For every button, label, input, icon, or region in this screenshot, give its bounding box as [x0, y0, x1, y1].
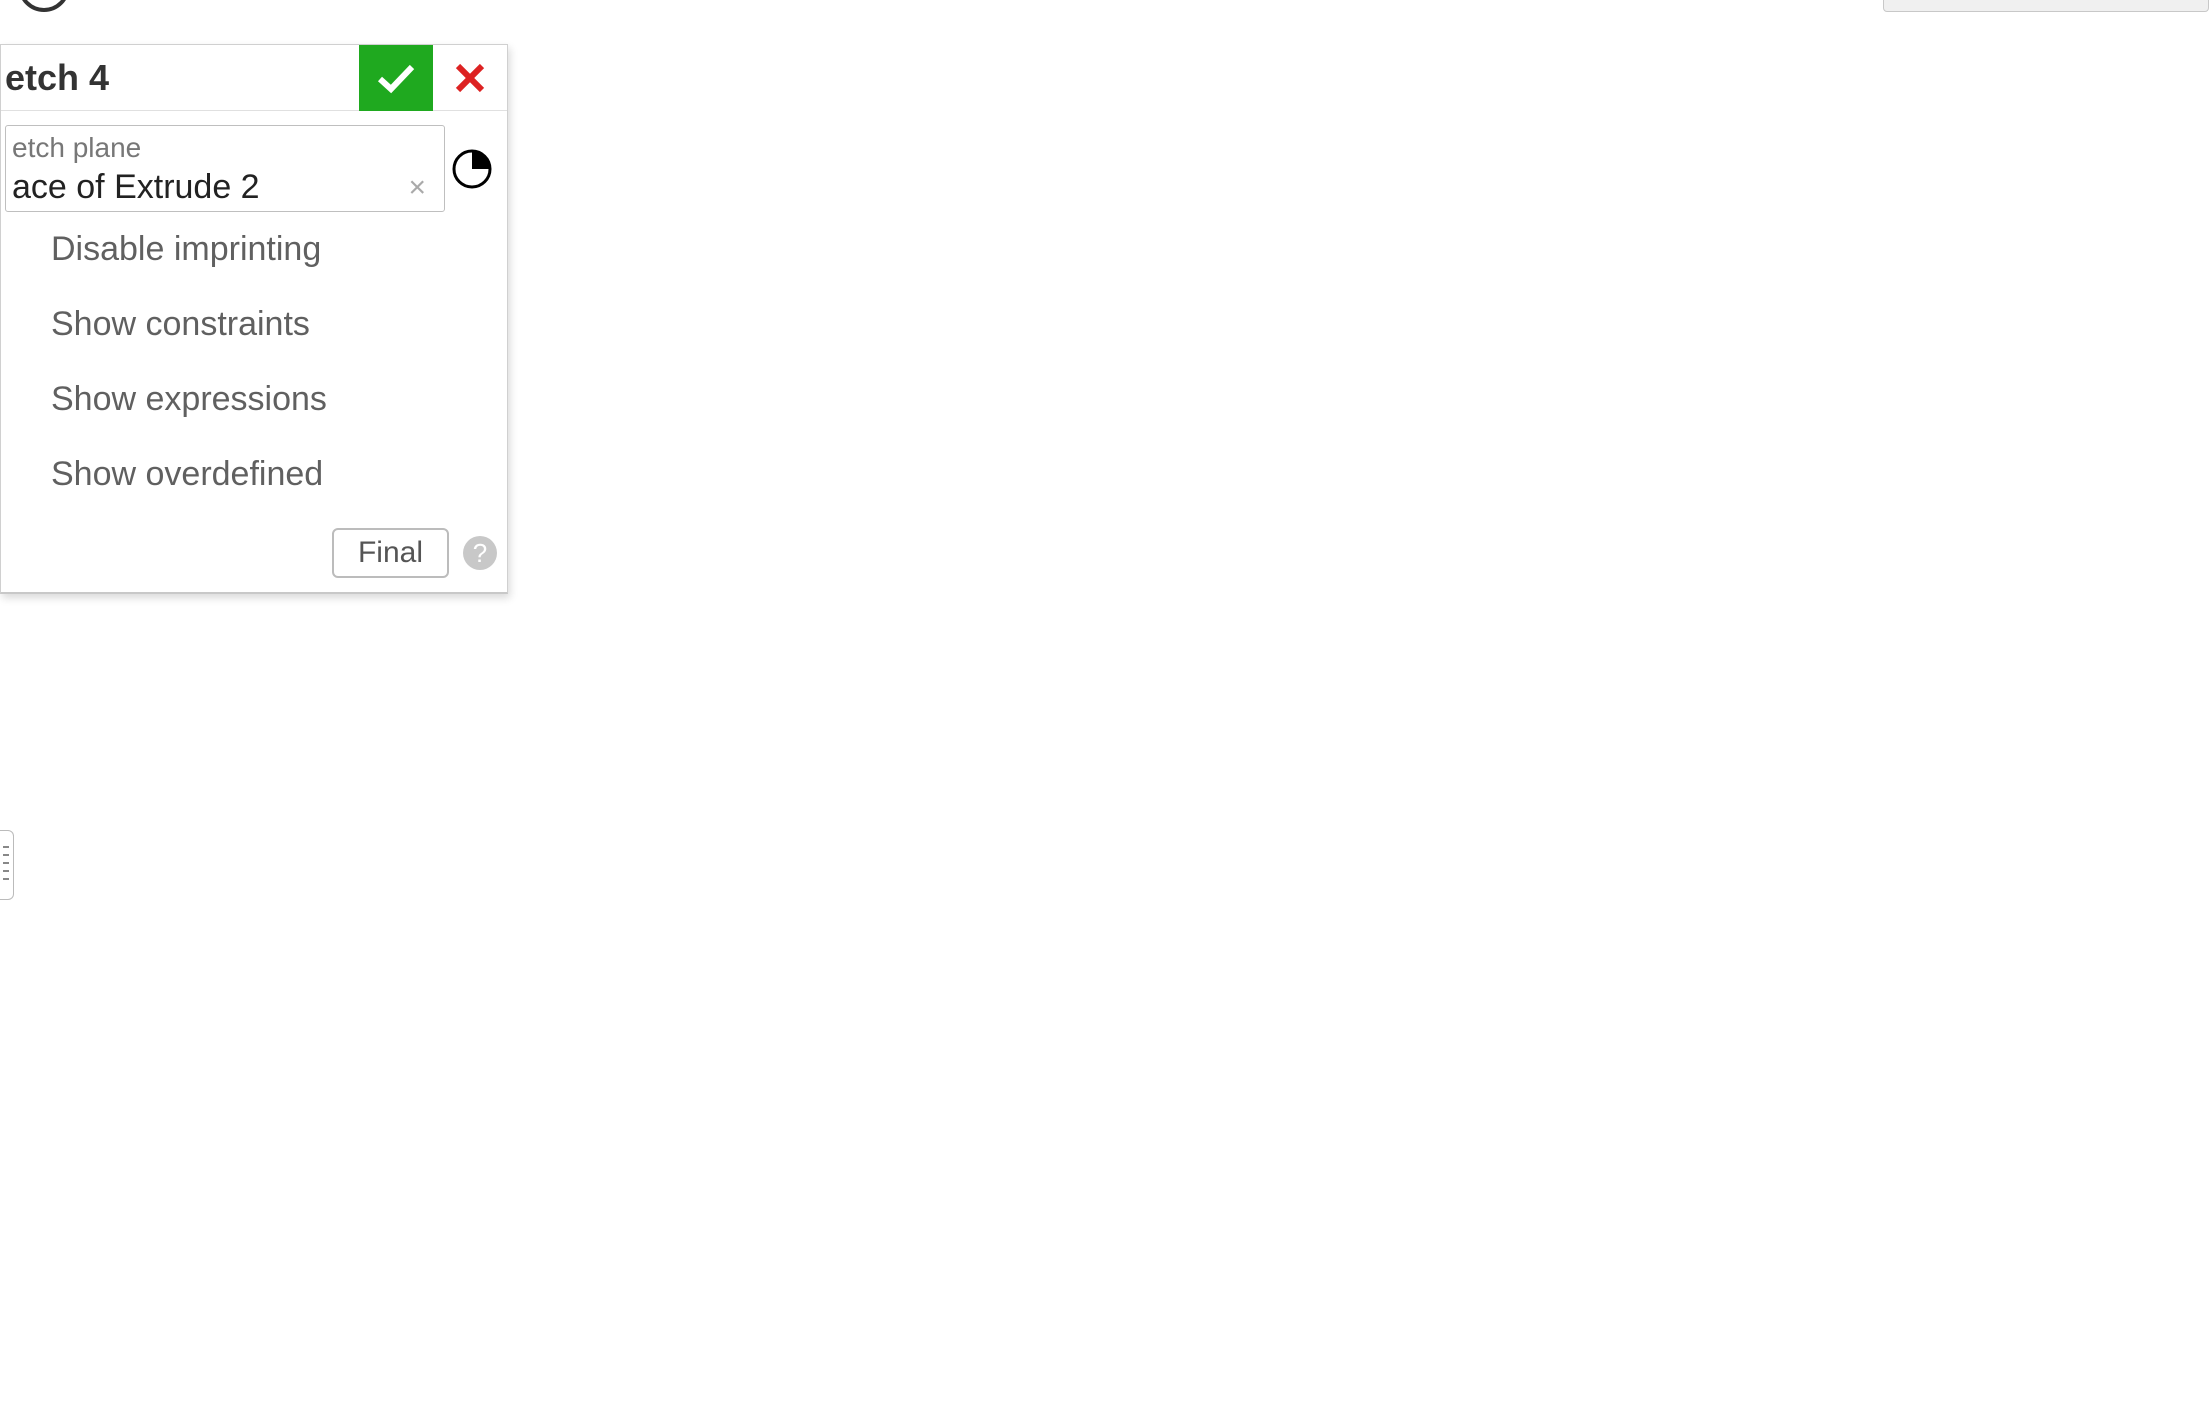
checkbox-label: Show expressions	[51, 380, 327, 419]
toolbar-search[interactable]	[1883, 0, 2209, 12]
front-plane-label: Front	[738, 785, 815, 819]
dimension-value: Ø50	[957, 973, 1033, 1018]
mate-connector-button[interactable]	[445, 125, 499, 212]
panel-title: etch 4	[1, 57, 359, 99]
sketch-plane-field[interactable]: etch plane ace of Extrude 2 ×	[5, 125, 445, 212]
diameter-dimension[interactable]: Ø50	[910, 895, 1080, 1095]
front-plane	[720, 760, 2020, 1425]
sketch-feature-panel: etch 4 etch plane ace of Extrude 2 ×	[0, 44, 508, 594]
show-constraints-checkbox[interactable]: Show constraints	[5, 287, 499, 362]
checkbox-label: Disable imprinting	[51, 230, 321, 269]
show-overdefined-checkbox[interactable]: Show overdefined	[5, 437, 499, 512]
close-icon	[454, 62, 486, 94]
main-toolbar	[0, 0, 2209, 6]
top-plane-label: Top	[935, 330, 995, 369]
check-icon	[376, 61, 416, 95]
panel-expand-handle[interactable]	[0, 830, 14, 900]
dimension-leader	[1080, 940, 1310, 1000]
checkbox-label: Show overdefined	[51, 455, 323, 494]
checkbox-label: Show constraints	[51, 305, 310, 344]
pie-icon	[451, 148, 493, 190]
clear-selection-button[interactable]: ×	[402, 171, 432, 205]
cancel-button[interactable]	[433, 45, 507, 111]
sketch-plane-label: etch plane	[12, 132, 432, 164]
sketch-plane-value: ace of Extrude 2	[12, 168, 260, 207]
help-icon[interactable]: ?	[463, 536, 497, 570]
sketch-plane[interactable]: Sketch 4	[1030, 600, 2120, 1190]
confirm-button[interactable]	[359, 45, 433, 111]
final-button[interactable]: Final	[332, 528, 449, 578]
model-cylinder[interactable]	[1270, 620, 1970, 1425]
top-plane	[700, 90, 2000, 1425]
show-expressions-checkbox[interactable]: Show expressions	[5, 362, 499, 437]
panel-header: etch 4	[1, 45, 507, 111]
disable-imprinting-checkbox[interactable]: Disable imprinting	[5, 212, 499, 287]
sketch-plane-label: Sketch 4	[1055, 617, 1211, 660]
